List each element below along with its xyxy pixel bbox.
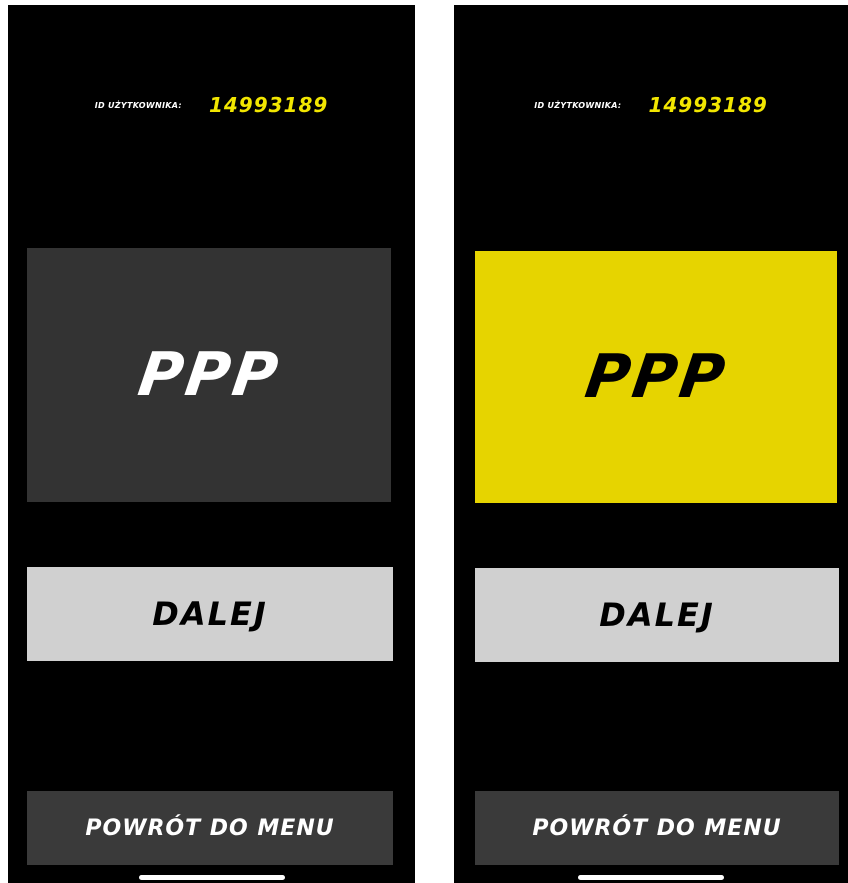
user-id-value: 14993189 xyxy=(648,93,768,117)
next-button[interactable]: DALEJ xyxy=(475,568,839,662)
choice-tile-ppp[interactable]: PPP xyxy=(475,251,837,503)
next-button[interactable]: DALEJ xyxy=(27,567,393,661)
user-info-row: ID UŻYTKOWNIKA: 14993189 xyxy=(454,93,848,117)
user-id-label: ID UŻYTKOWNIKA: xyxy=(94,100,182,110)
user-id-value: 14993189 xyxy=(208,93,329,117)
next-button-label: DALEJ xyxy=(152,595,268,633)
user-id-label: ID UŻYTKOWNIKA: xyxy=(534,100,622,110)
back-to-menu-label: POWRÓT DO MENU xyxy=(532,815,782,841)
user-info-row: ID UŻYTKOWNIKA: 14993189 xyxy=(8,93,415,117)
back-to-menu-button[interactable]: POWRÓT DO MENU xyxy=(475,791,839,865)
next-button-label: DALEJ xyxy=(599,596,715,634)
choice-tile-label: PPP xyxy=(133,340,285,410)
choice-tile-ppp[interactable]: PPP xyxy=(27,248,391,502)
choice-tile-label: PPP xyxy=(580,342,732,412)
screen-selected: ID UŻYTKOWNIKA: 14993189 PPP DALEJ POWRÓ… xyxy=(454,5,848,883)
back-to-menu-label: POWRÓT DO MENU xyxy=(85,815,335,841)
back-to-menu-button[interactable]: POWRÓT DO MENU xyxy=(27,791,393,865)
home-indicator[interactable] xyxy=(578,875,724,880)
home-indicator[interactable] xyxy=(138,875,285,880)
screen-unselected: ID UŻYTKOWNIKA: 14993189 PPP DALEJ POWRÓ… xyxy=(8,5,415,883)
